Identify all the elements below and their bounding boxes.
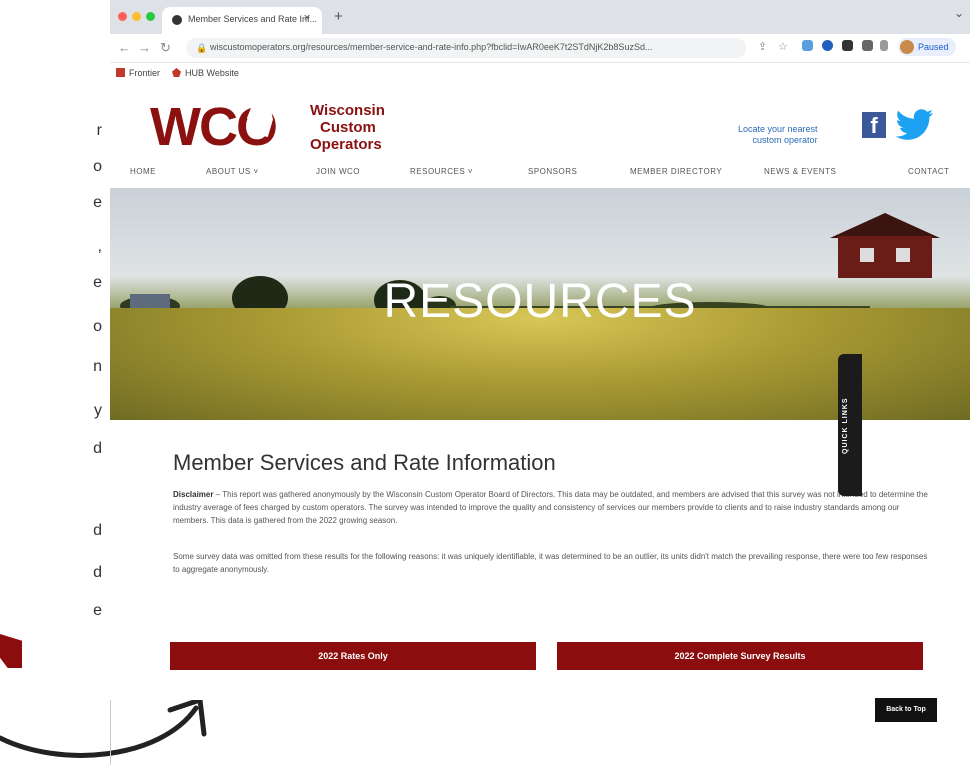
bookmarks-bar: Frontier HUB Website: [110, 63, 970, 86]
chevron-down-icon[interactable]: ⌄: [954, 6, 964, 20]
logo-word: Wisconsin: [310, 102, 385, 119]
text-fragment: o: [93, 318, 102, 335]
url-text: wiscustomoperators.org/resources/member-…: [210, 42, 653, 52]
bookmark-frontier[interactable]: Frontier: [116, 68, 160, 78]
minimize-window-button[interactable]: [132, 12, 141, 21]
text-fragment: e: [93, 602, 102, 619]
address-bar[interactable]: 🔒 wiscustomoperators.org/resources/membe…: [186, 38, 746, 58]
complete-survey-button[interactable]: 2022 Complete Survey Results: [557, 642, 923, 670]
close-tab-icon[interactable]: ×: [304, 12, 310, 24]
profile-status: Paused: [918, 42, 949, 52]
text-fragment: y: [94, 402, 102, 419]
twitter-icon[interactable]: [895, 108, 935, 142]
disclaimer-text: – This report was gathered anonymously b…: [173, 490, 928, 525]
sidebar-icon[interactable]: [880, 40, 888, 51]
locate-line: Locate your nearest: [738, 124, 818, 134]
reload-icon[interactable]: ↻: [160, 40, 171, 56]
nav-home[interactable]: HOME: [130, 167, 156, 176]
quick-links-label: QUICK LINKS: [842, 397, 849, 455]
tab-bar: Member Services and Rate Inf... × + ⌄: [110, 0, 970, 34]
text-fragment: d: [93, 564, 102, 581]
text-fragment: e: [93, 194, 102, 211]
new-tab-button[interactable]: +: [334, 8, 343, 25]
disclaimer-label: Disclaimer: [173, 490, 214, 499]
page-title: Member Services and Rate Information: [173, 450, 556, 475]
profile-button[interactable]: Paused: [898, 38, 956, 56]
browser-toolbar: ← → ↻ 🔒 wiscustomoperators.org/resources…: [110, 34, 970, 63]
browser-tab[interactable]: Member Services and Rate Inf... ×: [162, 7, 322, 34]
nav-sponsors[interactable]: SPONSORS: [528, 167, 577, 176]
logo-word: Custom: [320, 119, 376, 136]
text-fragment: d: [93, 440, 102, 457]
bookmark-hub-website[interactable]: HUB Website: [172, 68, 239, 78]
barn-image: [830, 213, 940, 278]
rates-only-button[interactable]: 2022 Rates Only: [170, 642, 536, 670]
locate-line: custom operator: [752, 135, 818, 145]
wco-logo[interactable]: WCO Wisconsin Custom Operators: [150, 96, 410, 158]
nav-news-events[interactable]: NEWS & EVENTS: [764, 167, 836, 176]
nav-join-wco[interactable]: JOIN WCO: [316, 167, 360, 176]
tab-title: Member Services and Rate Inf...: [188, 14, 318, 24]
extension-icon[interactable]: [822, 40, 833, 51]
nav-resources[interactable]: RESOURCES ˅: [410, 167, 473, 176]
facebook-icon[interactable]: f: [862, 112, 886, 138]
lock-icon: 🔒: [196, 43, 208, 53]
forward-icon[interactable]: →: [138, 40, 151, 55]
share-icon[interactable]: ⇪: [758, 40, 767, 53]
main-navigation: HOME ABOUT US ˅ JOIN WCO RESOURCES ˅ SPO…: [110, 158, 970, 188]
bookmark-icon: [172, 68, 181, 77]
quick-links-tab[interactable]: QUICK LINKS: [838, 354, 862, 496]
locate-operator-link[interactable]: Locate your nearest custom operator: [738, 124, 818, 146]
puzzle-icon[interactable]: [862, 40, 873, 51]
bookmark-icon: [116, 68, 125, 77]
nav-member-directory[interactable]: MEMBER DIRECTORY: [630, 167, 722, 176]
logo-word: Operators: [310, 136, 382, 153]
logo-wordmark: Wisconsin Custom Operators: [310, 102, 385, 153]
hero-title: RESOURCES: [383, 275, 697, 328]
nav-about-us[interactable]: ABOUT US ˅: [206, 167, 259, 176]
nav-contact[interactable]: CONTACT: [908, 167, 950, 176]
browser-window: Member Services and Rate Inf... × + ⌄ ← …: [110, 0, 970, 700]
bookmark-label: HUB Website: [185, 68, 239, 78]
back-icon[interactable]: ←: [118, 40, 131, 55]
text-fragment: r: [96, 122, 102, 139]
extension-icon[interactable]: [802, 40, 813, 51]
text-fragment: ,: [97, 238, 102, 255]
back-to-top-button[interactable]: Back to Top: [875, 698, 937, 722]
text-fragment: o: [93, 158, 102, 175]
star-icon[interactable]: ☆: [778, 40, 788, 53]
maximize-window-button[interactable]: [146, 12, 155, 21]
text-fragment: e: [93, 274, 102, 291]
bookmark-label: Frontier: [129, 68, 161, 78]
text-fragment: d: [93, 522, 102, 539]
close-window-button[interactable]: [118, 12, 127, 21]
wisconsin-map-icon: [247, 105, 273, 137]
avatar: [900, 40, 914, 54]
curved-arrow-icon: [0, 697, 207, 758]
extension-icon[interactable]: [842, 40, 853, 51]
text-fragment: n: [93, 358, 102, 375]
omitted-data-paragraph: Some survey data was omitted from these …: [173, 552, 928, 574]
favicon-icon: [172, 15, 182, 25]
disclaimer-paragraph: Disclaimer – This report was gathered an…: [173, 488, 933, 527]
